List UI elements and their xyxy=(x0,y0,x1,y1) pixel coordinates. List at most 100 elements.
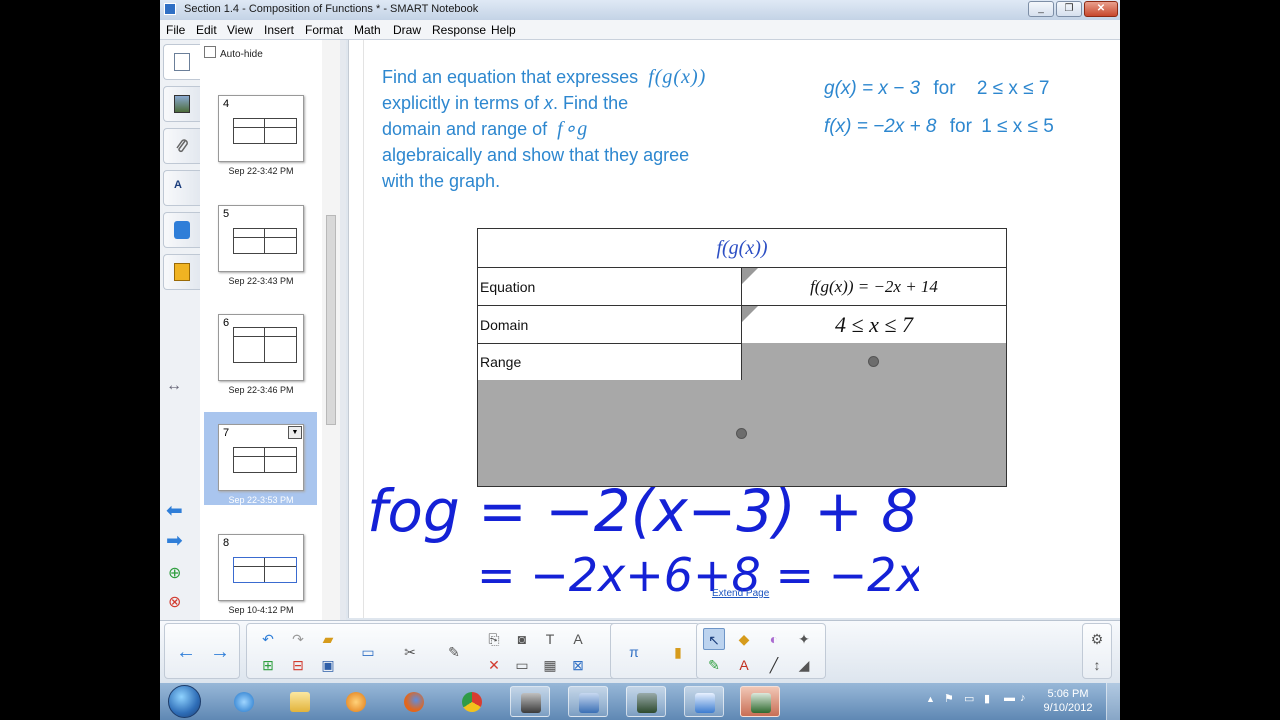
battery-icon[interactable]: ▬ xyxy=(1004,692,1015,704)
text-color-icon[interactable]: A xyxy=(733,654,755,676)
move-toolbar-icon[interactable]: ↕ xyxy=(1086,654,1108,676)
taskbar-app-blue[interactable] xyxy=(568,686,608,717)
minimize-button[interactable]: _ xyxy=(1028,1,1054,17)
magic-pen-icon[interactable]: ✦ xyxy=(793,628,815,650)
add-page-icon[interactable]: ⊕ xyxy=(168,563,181,583)
shade-handle-icon[interactable] xyxy=(736,428,747,439)
window-title: Section 1.4 - Composition of Functions *… xyxy=(184,3,479,15)
delete-page-icon[interactable]: ⊗ xyxy=(168,592,181,612)
menu-draw[interactable]: Draw xyxy=(393,23,421,37)
graph-cover-shade[interactable] xyxy=(478,380,1006,486)
taskbar-app-notes[interactable] xyxy=(684,686,724,717)
next-page-icon[interactable]: → xyxy=(209,641,231,663)
tab-gallery[interactable] xyxy=(163,86,200,122)
page-thumb-7[interactable]: 7 ▼ Sep 22-3:53 PM xyxy=(218,424,304,505)
shade-handle-icon[interactable] xyxy=(868,356,879,367)
insert-table-icon[interactable]: ▦ xyxy=(539,654,561,676)
math-tools-icon[interactable]: π xyxy=(623,641,645,663)
shapes-tool-icon[interactable]: ◆ xyxy=(733,628,755,650)
menu-insert[interactable]: Insert xyxy=(264,23,294,37)
menu-response[interactable]: Response xyxy=(432,23,486,37)
handwriting-line-2: = −2x+6+8 = −2x+14 xyxy=(477,548,919,602)
fullscreen-icon[interactable]: ⊠ xyxy=(567,654,589,676)
taskbar-media-player[interactable] xyxy=(336,686,376,717)
taskbar-explorer[interactable] xyxy=(280,686,320,717)
notebook-canvas[interactable]: Find an equation that expresses f(g(x)) … xyxy=(348,40,1120,618)
save-icon[interactable]: ▣ xyxy=(317,654,339,676)
previous-page-icon[interactable]: ⬅ xyxy=(166,498,183,523)
range-cover-shade[interactable] xyxy=(742,343,1006,380)
tab-page-sorter[interactable] xyxy=(163,44,200,80)
title-bar: Section 1.4 - Composition of Functions *… xyxy=(160,0,1120,20)
volume-icon[interactable]: ♪ xyxy=(1020,692,1026,704)
redo-icon[interactable]: ↷ xyxy=(287,628,309,650)
puzzle-icon xyxy=(174,221,190,239)
menu-format[interactable]: Format xyxy=(305,23,343,37)
maximize-button[interactable]: ❐ xyxy=(1056,1,1082,17)
add-page-icon[interactable]: ⊞ xyxy=(257,654,279,676)
taskbar-app-green[interactable] xyxy=(510,686,550,717)
capture-icon[interactable]: ✂ xyxy=(399,641,421,663)
tab-addons[interactable] xyxy=(163,212,200,248)
fill-tool-icon[interactable]: ◢ xyxy=(793,654,815,676)
pen-tool-icon[interactable]: ✎ xyxy=(703,654,725,676)
spell-check-icon[interactable]: A xyxy=(567,628,589,650)
tab-properties[interactable]: A xyxy=(163,170,200,206)
taskbar-smart-notebook[interactable] xyxy=(740,686,780,717)
select-tool-icon[interactable]: ↖ xyxy=(703,628,725,650)
camera-icon[interactable]: ◙ xyxy=(511,628,533,650)
display-tray-icon[interactable]: ▭ xyxy=(964,692,974,705)
show-hidden-icons-icon[interactable]: ▲ xyxy=(926,694,935,704)
taskbar-app-grid[interactable] xyxy=(626,686,666,717)
clock[interactable]: 5:06 PM 9/10/2012 xyxy=(1036,687,1100,715)
page-thumb-4[interactable]: 4 Sep 22-3:42 PM xyxy=(218,95,304,176)
show-desktop-button[interactable] xyxy=(1106,683,1120,720)
table-row-range: Range xyxy=(478,343,1006,381)
page-thumb-8[interactable]: 8 Sep 10-4:12 PM xyxy=(218,534,304,615)
sorter-scrollbar[interactable] xyxy=(322,40,340,620)
close-button[interactable]: ✕ xyxy=(1084,1,1118,17)
tab-lesson-activity[interactable] xyxy=(163,254,200,290)
panel-splitter[interactable] xyxy=(340,40,346,620)
problem-line-1: Find an equation that expresses xyxy=(382,67,639,87)
taskbar-chrome[interactable] xyxy=(452,686,492,717)
menu-math[interactable]: Math xyxy=(354,23,381,37)
autohide-checkbox[interactable]: Auto-hide xyxy=(204,46,263,60)
flag-icon[interactable]: ⚑ xyxy=(944,692,954,705)
next-page-icon[interactable]: ➡ xyxy=(166,528,183,553)
taskbar-firefox[interactable] xyxy=(394,686,434,717)
display-icon[interactable]: ▭ xyxy=(511,654,533,676)
menu-view[interactable]: View xyxy=(227,23,253,37)
problem-line-2a: explicitly in terms of xyxy=(382,93,545,113)
line-tool-icon[interactable]: ╱ xyxy=(763,654,785,676)
previous-page-icon[interactable]: ← xyxy=(175,641,197,663)
g-for: for xyxy=(933,78,956,99)
start-button[interactable] xyxy=(168,685,201,718)
gear-icon[interactable]: ⚙ xyxy=(1086,628,1108,650)
table-row-equation: Equation f(g(x)) = −2x + 14 xyxy=(478,268,1006,306)
delete-page-icon[interactable]: ⊟ xyxy=(287,654,309,676)
text-tool-icon[interactable]: T xyxy=(539,628,561,650)
tab-attachments[interactable] xyxy=(163,128,200,164)
page-thumb-6[interactable]: 6 Sep 22-3:46 PM xyxy=(218,314,304,395)
delete-icon[interactable]: ✕ xyxy=(483,654,505,676)
taskbar-internet-explorer[interactable] xyxy=(224,686,264,717)
row-label: Equation xyxy=(480,279,536,295)
network-icon[interactable]: ▮ xyxy=(984,692,990,705)
composition-table[interactable]: f(g(x)) Equation f(g(x)) = −2x + 14 Doma… xyxy=(477,228,1007,487)
menu-file[interactable]: File xyxy=(166,23,185,37)
eraser-tool-icon[interactable]: ◐ xyxy=(763,628,785,650)
open-file-icon[interactable]: ▰ xyxy=(317,628,339,650)
page-menu-dropdown-icon[interactable]: ▼ xyxy=(288,426,302,439)
menu-help[interactable]: Help xyxy=(491,23,516,37)
problem-line-3: domain and range of xyxy=(382,119,553,139)
menu-edit[interactable]: Edit xyxy=(196,23,217,37)
page-thumb-5[interactable]: 5 Sep 22-3:43 PM xyxy=(218,205,304,286)
table-tool-icon[interactable]: ✎ xyxy=(443,641,465,663)
screen-shade-icon[interactable]: ▭ xyxy=(357,641,379,663)
lesson-toolkit-icon[interactable]: ▮ xyxy=(667,641,689,663)
undo-icon[interactable]: ↶ xyxy=(257,628,279,650)
paste-icon[interactable]: ⎘ xyxy=(483,628,505,650)
extend-page-link[interactable]: Extend Page xyxy=(712,588,769,599)
resize-sidebar-icon[interactable]: ↔ xyxy=(166,377,182,395)
